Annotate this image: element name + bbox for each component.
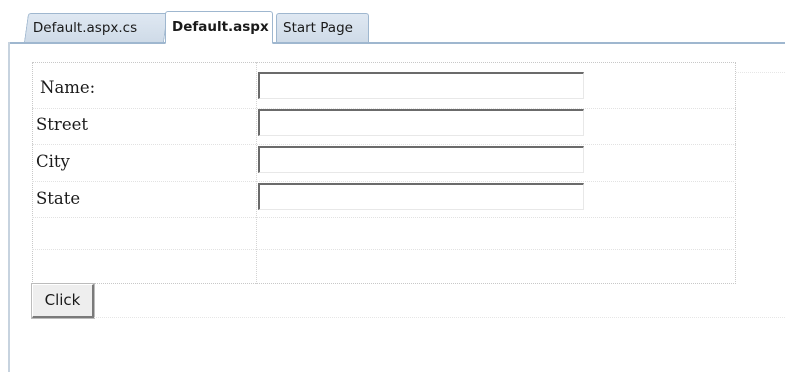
city-label: City xyxy=(36,152,70,171)
name-textbox[interactable] xyxy=(258,72,584,99)
state-textbox[interactable] xyxy=(258,183,584,210)
layout-table-column-divider xyxy=(256,62,257,284)
tab-default-aspx-cs[interactable]: Default.aspx.cs xyxy=(24,13,169,42)
name-label: Name: xyxy=(40,78,96,97)
street-label: Street xyxy=(36,115,88,134)
design-surface: Name: Street City State Click xyxy=(10,44,785,372)
state-label: State xyxy=(36,189,81,208)
tab-default-aspx[interactable]: Default.aspx xyxy=(165,11,273,44)
city-textbox[interactable] xyxy=(258,146,584,173)
document-tab-bar: Default.aspx.cs Default.aspx Start Page xyxy=(0,0,785,44)
surface-guide-line xyxy=(736,72,785,74)
layout-table-row-divider xyxy=(32,217,736,218)
street-textbox[interactable] xyxy=(258,109,584,136)
click-button[interactable]: Click xyxy=(31,283,95,319)
layout-table-row-divider xyxy=(32,249,736,250)
tab-label: Start Page xyxy=(283,20,353,36)
layout-table-row-divider xyxy=(32,181,736,182)
layout-table-row-divider xyxy=(32,144,736,145)
tab-label: Default.aspx xyxy=(172,19,269,35)
tab-label: Default.aspx.cs xyxy=(32,20,138,36)
tab-start-page[interactable]: Start Page xyxy=(276,13,369,42)
surface-guide-line xyxy=(94,317,785,318)
tab-strip: Default.aspx.cs Default.aspx Start Page xyxy=(0,0,785,44)
